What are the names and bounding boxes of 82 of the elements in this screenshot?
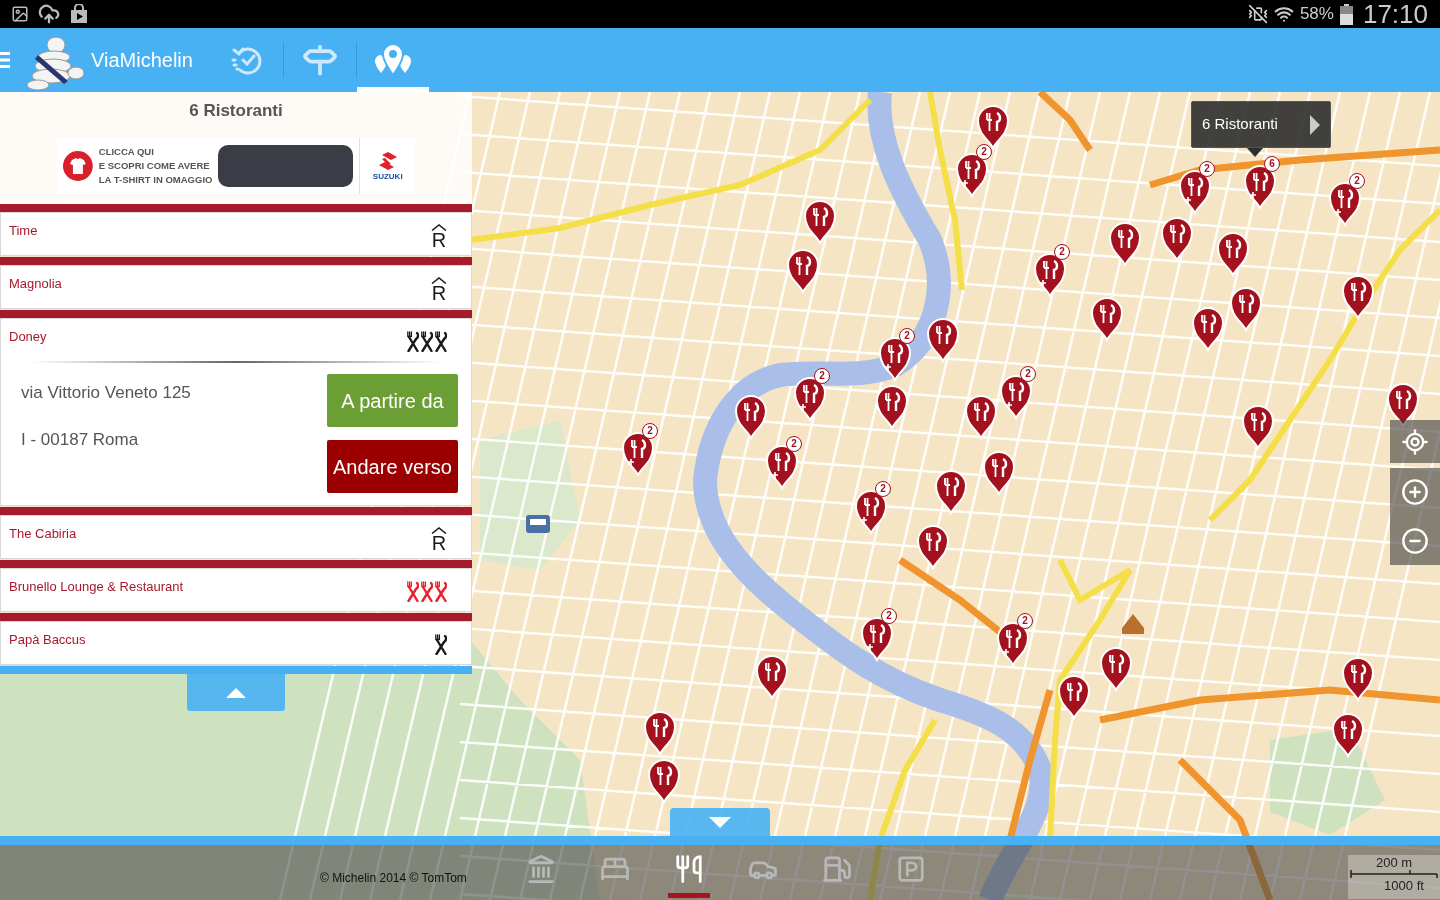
- image-icon: [11, 5, 29, 23]
- house-icon: [1122, 614, 1144, 634]
- restaurant-pin-icon[interactable]: [755, 654, 789, 700]
- rating-symbol: R: [431, 534, 447, 552]
- restaurant-pin-icon[interactable]: [926, 317, 960, 363]
- callout-text: 6 Ristoranti: [1202, 114, 1278, 135]
- restaurant-pin-icon[interactable]: [1331, 712, 1365, 758]
- restaurant-pin-icon[interactable]: [982, 450, 1016, 496]
- map-attribution: © Michelin 2014 © TomTom: [320, 871, 467, 886]
- restaurant-pin-icon[interactable]: [1057, 674, 1091, 720]
- restaurant-pin-icon[interactable]: [1108, 221, 1142, 267]
- ad-text: E SCOPRI COME AVERE: [98, 159, 211, 173]
- clock-time: 17:10: [1362, 0, 1428, 28]
- app-title: ViaMichelin: [91, 48, 193, 73]
- results-heading: 6 Ristoranti: [189, 101, 283, 121]
- brand-logo-icon: [378, 151, 397, 170]
- restaurant-pin-icon[interactable]: [1229, 286, 1263, 332]
- restaurant-pin-icon[interactable]: [1216, 231, 1250, 277]
- ad-text: CLICCA QUI: [98, 145, 155, 159]
- restaurant-pin-icon[interactable]: [647, 758, 681, 804]
- rating-symbol: R: [431, 284, 447, 302]
- scale-metric: 200 m: [1375, 855, 1413, 870]
- scale-imperial: 1000 ft: [1384, 878, 1424, 893]
- locate-button[interactable]: [1390, 420, 1440, 463]
- restaurant-name: The Cabiria: [9, 526, 77, 542]
- restaurant-list-item[interactable]: Time R: [0, 212, 472, 256]
- restaurant-pin-icon[interactable]: [1386, 382, 1420, 428]
- ad-banner[interactable]: CLICCA QUI E SCOPRI COME AVERE LA T-SHIRT IN OMAGGIO SUZUKI: [57, 138, 415, 194]
- restaurant-pin-icon[interactable]: [875, 384, 909, 430]
- zoom-out-icon: [1401, 526, 1429, 555]
- rating-symbol: R: [431, 231, 447, 249]
- restaurant-pin-icon[interactable]: [916, 524, 950, 570]
- locate-icon: [1401, 427, 1429, 456]
- restaurant-pin-icon[interactable]: [1090, 296, 1124, 342]
- ad-text: LA T-SHIRT IN OMAGGIO: [98, 173, 213, 187]
- signpost-icon: [301, 42, 338, 78]
- restaurant-pin-icon[interactable]: [1099, 646, 1133, 692]
- address-text: via Vittorio Veneto 125: [21, 383, 191, 403]
- restaurant-name: Doney: [9, 329, 47, 345]
- caret-down-icon: [709, 816, 731, 828]
- caret-right-icon: [1310, 114, 1320, 135]
- battery-icon: [1339, 3, 1353, 25]
- restaurant-pin-icon[interactable]: [1341, 656, 1375, 702]
- chevron-icon: [431, 224, 447, 231]
- restaurant-list-item[interactable]: Papà Baccus: [0, 621, 472, 665]
- restaurant-pin-icon[interactable]: [734, 394, 768, 440]
- wifi-icon: [1273, 4, 1294, 24]
- fork-knife-icon: [674, 854, 704, 884]
- restaurant-name: Time: [9, 223, 38, 239]
- restaurant-pin-icon[interactable]: [934, 469, 968, 515]
- restaurant-pin-icon[interactable]: [964, 394, 998, 440]
- restaurant-pin-icon[interactable]: [1191, 306, 1225, 352]
- zoom-in-icon: [1401, 478, 1429, 507]
- train-station-icon: [526, 515, 550, 533]
- cloud-upload-icon: [38, 3, 60, 25]
- restaurant-pin-icon[interactable]: [803, 199, 837, 245]
- parking-icon: [896, 854, 926, 884]
- restaurant-pin-icon[interactable]: [786, 248, 820, 294]
- map-pins-icon: [372, 43, 413, 77]
- restaurant-list-item[interactable]: Brunello Lounge & Restaurant: [0, 568, 472, 612]
- fuel-pump-icon: [822, 854, 852, 884]
- shopping-bag-icon: [69, 4, 89, 24]
- restaurant-list-item[interactable]: Magnolia R: [0, 265, 472, 309]
- restaurant-pin-icon[interactable]: [643, 710, 677, 756]
- restaurant-list-item[interactable]: Doney via Vittorio Veneto 125 I - 00187 Roma A partire da Andare verso: [0, 318, 472, 506]
- vibrate-off-icon: [1247, 4, 1268, 24]
- restaurant-list-item[interactable]: The Cabiria R: [0, 515, 472, 559]
- go-to-button[interactable]: Andare verso: [327, 440, 458, 493]
- battery-percent: 58%: [1299, 4, 1334, 24]
- chevron-icon: [431, 277, 447, 284]
- brand-name: SUZUKI: [372, 171, 403, 181]
- restaurant-pin-icon[interactable]: [1341, 274, 1375, 320]
- restaurant-name: Magnolia: [9, 276, 62, 292]
- museum-icon: [526, 854, 556, 884]
- restaurant-name: Brunello Lounge & Restaurant: [9, 579, 184, 595]
- restaurant-name: Papà Baccus: [9, 632, 86, 648]
- city-text: I - 00187 Roma: [21, 430, 140, 450]
- chevron-icon: [431, 527, 447, 534]
- restaurant-pin-icon[interactable]: [1241, 404, 1275, 450]
- caret-up-icon: [226, 687, 246, 698]
- t-shirt-icon: [63, 151, 93, 181]
- restaurant-pin-icon[interactable]: [1160, 216, 1194, 262]
